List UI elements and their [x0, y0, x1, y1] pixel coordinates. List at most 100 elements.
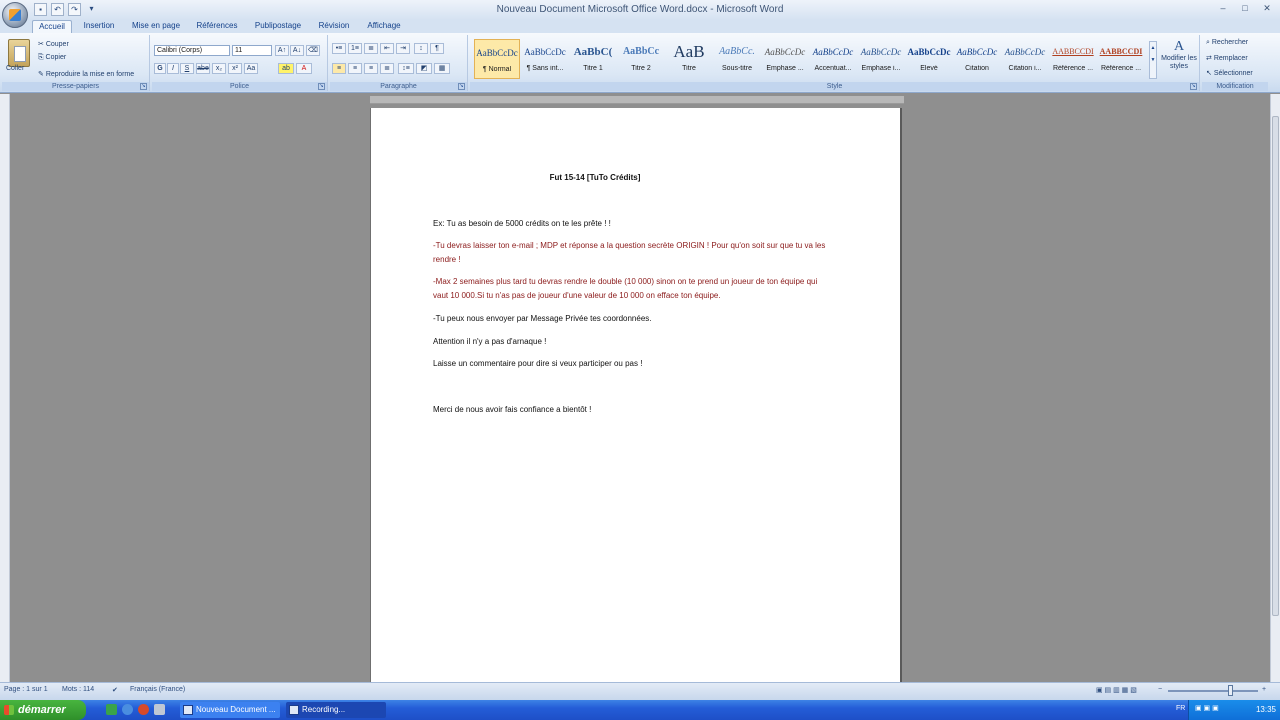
style-reference-pale[interactable]: AABBCCDI Référence ...: [1050, 39, 1096, 79]
office-button[interactable]: [2, 2, 28, 28]
modify-styles-button[interactable]: A Modifier les styles: [1160, 39, 1198, 71]
style-citation[interactable]: AaBbCcDc Citation: [954, 39, 1000, 79]
tray-icons[interactable]: ▣ ▣ ▣: [1195, 704, 1219, 712]
tab-insertion[interactable]: Insertion: [78, 20, 120, 33]
line-spacing-icon[interactable]: ↕≡: [398, 63, 414, 74]
strikethrough-icon[interactable]: abe: [196, 63, 210, 74]
align-right-icon[interactable]: ≡: [364, 63, 378, 74]
paste-button-label[interactable]: Coller: [6, 65, 24, 72]
style-sans-interligne[interactable]: AaBbCcDc ¶ Sans int...: [522, 39, 568, 79]
select-button[interactable]: ↖ Sélectionner: [1206, 69, 1253, 77]
document-page[interactable]: Fut 15-14 [TuTo Crédits] Ex: Tu as besoi…: [371, 108, 900, 682]
style-sous-titre[interactable]: AaBbCc. Sous-titre: [714, 39, 760, 79]
italic-icon[interactable]: I: [167, 63, 179, 74]
find-button[interactable]: ⌕ Rechercher: [1206, 39, 1248, 47]
font-group: Calibri (Corps) 11 A↑ A↓ ⌫ G I S abe x₂ …: [152, 35, 328, 91]
view-buttons-icon[interactable]: ▣ ▤ ▥ ▦ ▧: [1096, 686, 1137, 694]
subscript-icon[interactable]: x₂: [212, 63, 226, 74]
superscript-icon[interactable]: x²: [228, 63, 242, 74]
borders-icon[interactable]: ▦: [434, 63, 450, 74]
cut-label: Couper: [45, 41, 69, 48]
style-name: Sous-titre: [722, 65, 752, 72]
style-eleve[interactable]: AaBbCcDc Élevé: [906, 39, 952, 79]
decrease-indent-icon[interactable]: ⇤: [380, 43, 394, 54]
numbering-icon[interactable]: 1≡: [348, 43, 362, 54]
bullets-icon[interactable]: •≡: [332, 43, 346, 54]
sort-icon[interactable]: ↕: [414, 43, 428, 54]
style-citation-intense[interactable]: AaBbCcDc Citation i...: [1002, 39, 1048, 79]
gallery-more-icon[interactable]: ▲ ▼: [1149, 41, 1157, 79]
quicklaunch-icon[interactable]: [106, 704, 117, 715]
font-launcher-icon[interactable]: ↘: [318, 83, 325, 90]
highlight-icon[interactable]: ab: [278, 63, 294, 74]
zoom-slider-thumb[interactable]: [1228, 685, 1233, 696]
replace-button[interactable]: ⇄ Remplacer: [1206, 54, 1248, 62]
tab-revision[interactable]: Révision: [314, 20, 354, 33]
minimize-icon[interactable]: –: [1216, 2, 1230, 14]
spellcheck-icon[interactable]: ✔: [112, 686, 118, 694]
maximize-icon[interactable]: □: [1238, 2, 1252, 14]
task-label: Nouveau Document ...: [196, 705, 276, 714]
start-label: démarrer: [18, 704, 66, 716]
underline-icon[interactable]: S: [180, 63, 194, 74]
change-case-icon[interactable]: Aa: [244, 63, 258, 74]
bold-icon[interactable]: G: [154, 63, 166, 74]
tab-mise-en-page[interactable]: Mise en page: [128, 20, 184, 33]
align-center-icon[interactable]: ≡: [348, 63, 362, 74]
language-indicator[interactable]: FR: [1176, 705, 1185, 712]
task-recording[interactable]: Recording...: [286, 702, 386, 718]
shrink-font-icon[interactable]: A↓: [290, 45, 304, 56]
font-size-select[interactable]: 11: [232, 45, 272, 56]
style-emphase-pale[interactable]: AaBbCcDc Emphase ...: [762, 39, 808, 79]
copy-button[interactable]: ⎘ Copier: [38, 54, 66, 62]
desktop-icon[interactable]: [154, 704, 165, 715]
tab-publipostage[interactable]: Publipostage: [250, 20, 306, 33]
start-button[interactable]: démarrer: [0, 700, 86, 720]
close-icon[interactable]: ✕: [1260, 2, 1274, 14]
cut-button[interactable]: ✂ Couper: [38, 40, 69, 48]
language-status[interactable]: Français (France): [130, 686, 185, 693]
style-sample: AaBbCcDc: [476, 48, 518, 58]
increase-indent-icon[interactable]: ⇥: [396, 43, 410, 54]
shading-icon[interactable]: ◩: [416, 63, 432, 74]
styles-group-label: Style: [470, 82, 1199, 91]
styles-launcher-icon[interactable]: ↘: [1190, 83, 1197, 90]
ie-icon[interactable]: [122, 704, 133, 715]
scrollbar-thumb[interactable]: [1272, 116, 1279, 616]
tab-affichage[interactable]: Affichage: [362, 20, 406, 33]
style-normal[interactable]: AaBbCcDc ¶ Normal: [474, 39, 520, 79]
page-count[interactable]: Page : 1 sur 1: [4, 686, 48, 693]
show-marks-icon[interactable]: ¶: [430, 43, 444, 54]
style-titre-1[interactable]: AaBbC(Titre 1: [570, 39, 616, 79]
media-icon[interactable]: [138, 704, 149, 715]
font-name-select[interactable]: Calibri (Corps): [154, 45, 230, 56]
style-reference-intense[interactable]: AABBCCDI Référence ...: [1098, 39, 1144, 79]
multilevel-list-icon[interactable]: ≣: [364, 43, 378, 54]
align-left-icon[interactable]: ≡: [332, 63, 346, 74]
style-titre[interactable]: AaB Titre: [666, 39, 712, 79]
font-color-icon[interactable]: A: [296, 63, 312, 74]
style-titre-2[interactable]: AaBbCc Titre 2: [618, 39, 664, 79]
task-word-document[interactable]: Nouveau Document ...: [180, 702, 280, 718]
paragraph-launcher-icon[interactable]: ↘: [458, 83, 465, 90]
horizontal-ruler[interactable]: [370, 96, 904, 104]
ribbon-tabs: Accueil Insertion Mise en page Référence…: [0, 19, 1280, 33]
zoom-out-icon[interactable]: −: [1158, 686, 1162, 693]
style-accentuation[interactable]: AaBbCcDc Accentuat...: [810, 39, 856, 79]
vertical-scrollbar[interactable]: [1270, 94, 1280, 682]
zoom-slider[interactable]: [1168, 690, 1258, 692]
style-name: Titre 2: [631, 65, 651, 72]
clear-format-icon[interactable]: ⌫: [306, 45, 320, 56]
justify-icon[interactable]: ≣: [380, 63, 394, 74]
style-emphase-intense[interactable]: AaBbCcDc Emphase i...: [858, 39, 904, 79]
tab-accueil[interactable]: Accueil: [32, 20, 72, 33]
tab-references[interactable]: Références: [192, 20, 242, 33]
format-painter-button[interactable]: ✎ Reproduire la mise en forme: [38, 70, 134, 78]
zoom-in-icon[interactable]: +: [1262, 686, 1266, 693]
paste-icon[interactable]: [8, 39, 30, 67]
grow-font-icon[interactable]: A↑: [275, 45, 289, 56]
clipboard-launcher-icon[interactable]: ↘: [140, 83, 147, 90]
word-count[interactable]: Mots : 114: [62, 686, 94, 693]
replace-icon: ⇄: [1206, 55, 1214, 62]
format-painter-label: Reproduire la mise en forme: [45, 71, 135, 78]
